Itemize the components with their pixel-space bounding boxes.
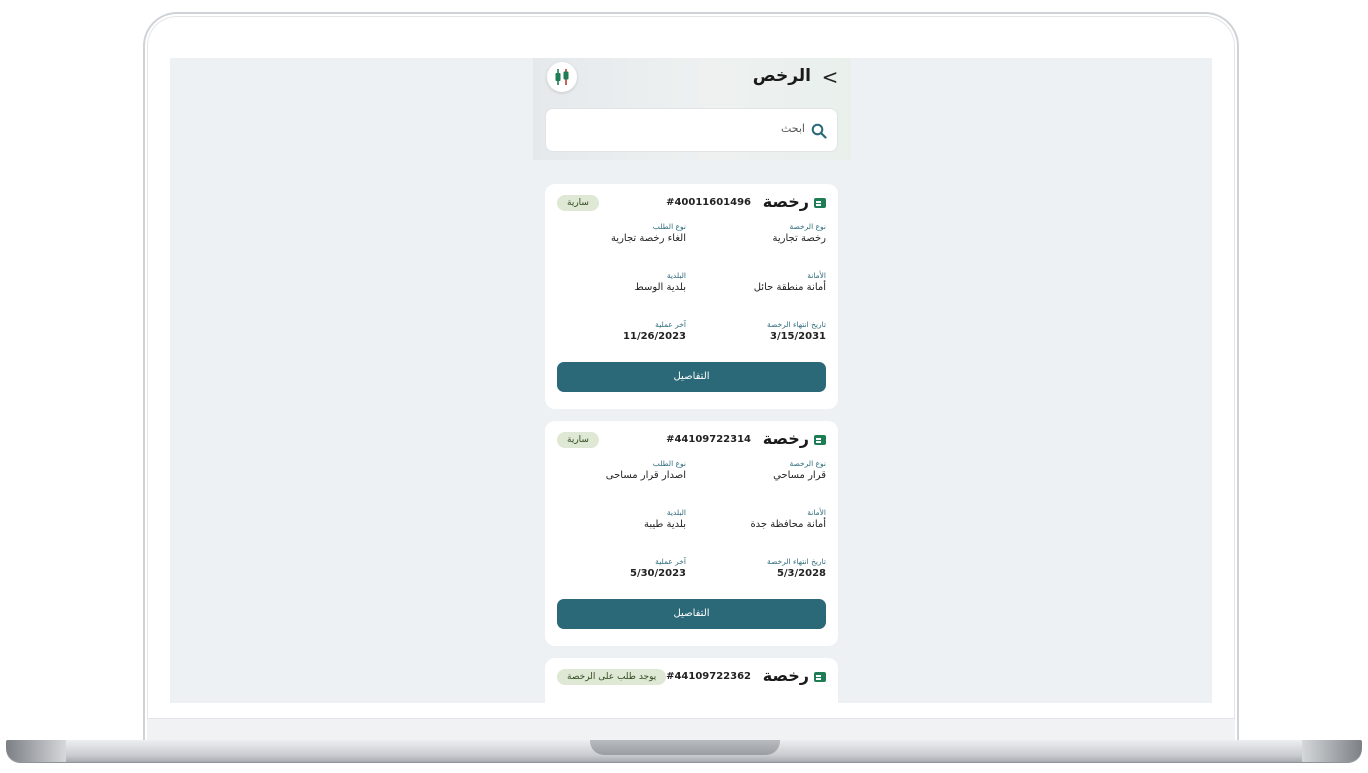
license-word: رخصة <box>762 429 809 448</box>
search-placeholder: ابحث <box>780 122 805 135</box>
request-type-field: نوع الطلب اصدار قرار مساحى <box>556 458 686 482</box>
license-card: رخصة #44109722362 يوجد طلب على الرخصة <box>545 658 838 703</box>
licenses-app: < الرخص ابحث رخصة #40011601496 سارية نوع… <box>533 58 851 703</box>
search-icon <box>811 123 827 139</box>
license-number: #40011601496 <box>666 197 751 208</box>
amanah-field: الأمانة أمانة منطقة حائل <box>696 270 826 294</box>
municipality-value: بلدية طيبة <box>643 519 686 530</box>
license-card-header: رخصة #40011601496 سارية <box>557 192 826 214</box>
sliders-icon <box>555 69 569 85</box>
license-type-value: رخصة تجارية <box>772 233 826 244</box>
license-word: رخصة <box>762 666 809 685</box>
request-type-field: نوع الطلب الغاء رخصة تجارية <box>556 221 686 245</box>
license-type-label: نوع الرخصة <box>789 222 827 231</box>
back-button[interactable]: < <box>819 66 841 88</box>
last-operation-value: 11/26/2023 <box>623 331 686 342</box>
last-operation-value: 5/30/2023 <box>629 568 686 579</box>
license-card-header: رخصة #44109722314 سارية <box>557 429 826 451</box>
laptop-base-edge-right <box>1302 740 1362 762</box>
municipality-label: البلدية <box>666 271 686 280</box>
expiry-field: تاريخ انتهاء الرخصة 3/15/2031 <box>696 319 826 343</box>
app-header: < الرخص ابحث <box>533 58 851 160</box>
municipality-field: البلدية بلدية الوسط <box>556 270 686 294</box>
license-type-field: نوع الرخصة قرار مساحي <box>696 458 826 482</box>
chevron-right-icon: < <box>821 65 839 89</box>
license-type-field: نوع الرخصة رخصة تجارية <box>696 221 826 245</box>
amanah-label: الأمانة <box>807 508 826 517</box>
license-type-label: نوع الرخصة <box>789 459 827 468</box>
status-badge: يوجد طلب على الرخصة <box>557 669 667 685</box>
request-type-value: الغاء رخصة تجارية <box>610 233 686 244</box>
license-number: #44109722362 <box>666 671 751 682</box>
page-title: الرخص <box>752 66 811 86</box>
search-input[interactable]: ابحث <box>545 108 838 152</box>
municipality-value: بلدية الوسط <box>634 282 686 293</box>
expiry-value: 5/3/2028 <box>776 568 826 579</box>
request-type-label: نوع الطلب <box>652 459 686 468</box>
municipality-field: البلدية بلدية طيبة <box>556 507 686 531</box>
last-operation-field: آخر عملية 11/26/2023 <box>556 319 686 343</box>
amanah-field: الأمانة أمانة محافظة جدة <box>696 507 826 531</box>
status-badge: سارية <box>557 432 599 448</box>
status-badge: سارية <box>557 195 599 211</box>
id-card-icon <box>814 672 826 682</box>
id-card-icon <box>814 198 826 208</box>
expiry-label: تاريخ انتهاء الرخصة <box>766 557 826 566</box>
details-button[interactable]: التفاصيل <box>557 599 826 629</box>
license-type-value: قرار مساحي <box>773 470 826 481</box>
details-button[interactable]: التفاصيل <box>557 362 826 392</box>
last-operation-label: آخر عملية <box>655 557 686 566</box>
expiry-label: تاريخ انتهاء الرخصة <box>766 320 826 329</box>
amanah-value: أمانة منطقة حائل <box>753 282 826 293</box>
license-card-header: رخصة #44109722362 يوجد طلب على الرخصة <box>557 666 826 688</box>
id-card-icon <box>814 435 826 445</box>
license-number: #44109722314 <box>666 434 751 445</box>
expiry-value: 3/15/2031 <box>769 331 826 342</box>
license-card: رخصة #40011601496 سارية نوع الرخصة رخصة … <box>545 184 838 409</box>
municipality-label: البلدية <box>666 508 686 517</box>
amanah-label: الأمانة <box>807 271 826 280</box>
expiry-field: تاريخ انتهاء الرخصة 5/3/2028 <box>696 556 826 580</box>
laptop-notch <box>590 740 780 755</box>
license-word: رخصة <box>762 192 809 211</box>
license-card: رخصة #44109722314 سارية نوع الرخصة قرار … <box>545 421 838 646</box>
filter-button[interactable] <box>547 62 577 92</box>
laptop-base-edge-left <box>6 740 66 762</box>
last-operation-field: آخر عملية 5/30/2023 <box>556 556 686 580</box>
request-type-label: نوع الطلب <box>652 222 686 231</box>
laptop-chin <box>147 718 1235 740</box>
request-type-value: اصدار قرار مساحى <box>605 470 686 481</box>
amanah-value: أمانة محافظة جدة <box>750 519 826 530</box>
last-operation-label: آخر عملية <box>655 320 686 329</box>
